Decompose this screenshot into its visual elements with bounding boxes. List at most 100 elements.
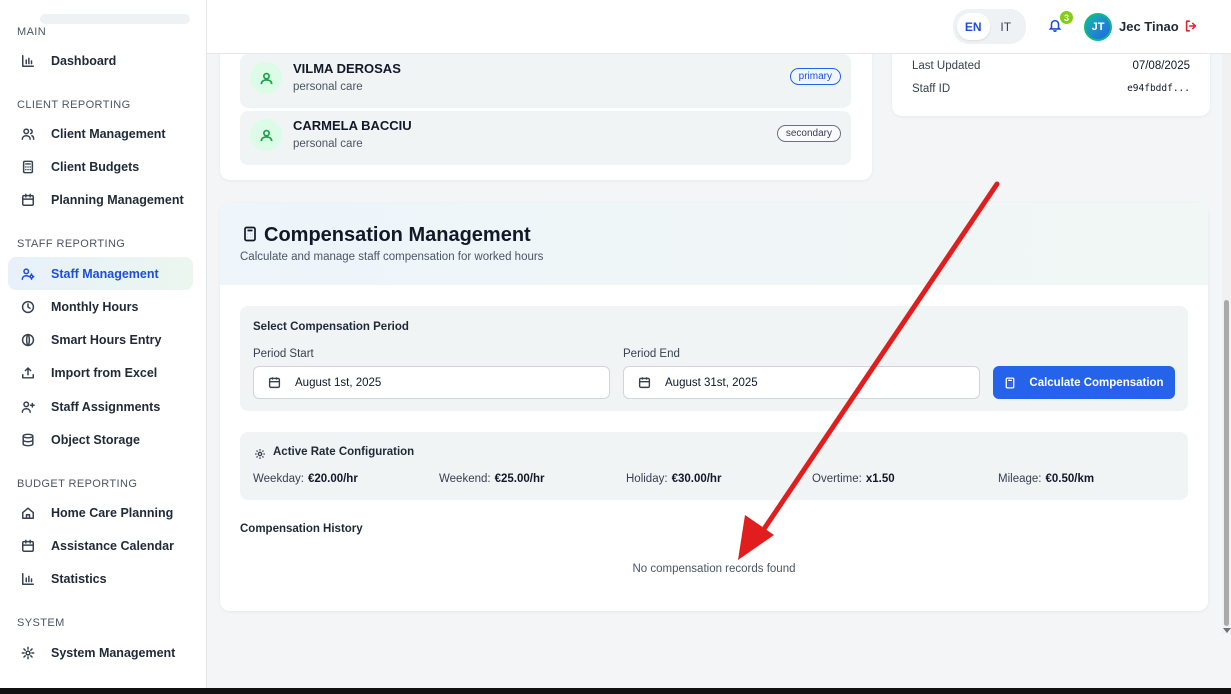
bar-chart-icon xyxy=(21,54,35,68)
calculator-icon xyxy=(1004,376,1016,389)
sidebar-item-label: Object Storage xyxy=(51,432,140,447)
rate-weekday: Weekday: €20.00/hr xyxy=(253,473,358,485)
sidebar-item-label: Home Care Planning xyxy=(51,505,174,520)
last-updated-row: Last Updated 07/08/2025 xyxy=(912,60,1190,72)
staff-id-value: e94fbddf... xyxy=(1127,83,1190,94)
sidebar-item-label: Dashboard xyxy=(51,53,117,68)
sidebar-item-label: Assistance Calendar xyxy=(51,538,174,553)
sidebar-item-client-budgets[interactable]: Client Budgets xyxy=(8,150,193,183)
section-label-main: MAIN xyxy=(17,26,47,38)
sidebar-item-system-management[interactable]: System Management xyxy=(8,636,193,669)
sidebar-item-label: Import from Excel xyxy=(51,365,158,380)
compensation-card: Compensation Management Calculate and ma… xyxy=(220,203,1208,611)
avatar[interactable]: JT xyxy=(1084,13,1112,41)
scrollbar[interactable] xyxy=(1222,54,1231,634)
sidebar-item-client-management[interactable]: Client Management xyxy=(8,117,193,150)
sidebar-item-smart-hours-entry[interactable]: Smart Hours Entry xyxy=(8,323,193,356)
notification-count-badge: 3 xyxy=(1058,9,1075,26)
section-label-system: SYSTEM xyxy=(17,617,65,629)
period-section-label: Select Compensation Period xyxy=(253,321,409,333)
calculate-compensation-button[interactable]: Calculate Compensation xyxy=(993,366,1175,399)
sidebar-item-dashboard[interactable]: Dashboard xyxy=(8,44,193,77)
sidebar-item-label: Statistics xyxy=(51,571,107,586)
sidebar-item-label: Smart Hours Entry xyxy=(51,332,162,347)
calculator-icon xyxy=(242,226,258,242)
list-item[interactable]: VILMA DEROSAS personal care primary xyxy=(240,54,851,108)
section-label-budget-reporting: BUDGET REPORTING xyxy=(17,478,138,490)
upload-icon xyxy=(21,366,35,380)
sidebar-item-label: Staff Management xyxy=(51,266,159,281)
compensation-header: Compensation Management Calculate and ma… xyxy=(220,203,1208,285)
list-item[interactable]: CARMELA BACCIU personal care secondary xyxy=(240,111,851,165)
sidebar-item-object-storage[interactable]: Object Storage xyxy=(8,423,193,456)
section-label-client-reporting: CLIENT REPORTING xyxy=(17,99,131,111)
sidebar-item-monthly-hours[interactable]: Monthly Hours xyxy=(8,290,193,323)
period-start-label: Period Start xyxy=(253,348,314,360)
sidebar-item-label: System Management xyxy=(51,645,176,660)
main-content: VILMA DEROSAS personal care primary CARM… xyxy=(207,54,1222,688)
page-subtitle: Calculate and manage staff compensation … xyxy=(240,251,544,263)
language-it-button[interactable]: IT xyxy=(990,13,1023,40)
staff-id-label: Staff ID xyxy=(912,83,951,95)
sidebar-item-label: Planning Management xyxy=(51,192,184,207)
sidebar: MAIN Dashboard CLIENT REPORTING Client M… xyxy=(0,0,207,688)
calendar-icon xyxy=(268,376,281,389)
clock-icon xyxy=(21,300,35,314)
compensation-history-label: Compensation History xyxy=(240,523,363,535)
page-title: Compensation Management xyxy=(264,224,531,246)
sidebar-item-staff-assignments[interactable]: Staff Assignments xyxy=(8,390,193,423)
calendar-icon xyxy=(638,376,651,389)
user-name[interactable]: Jec Tinao xyxy=(1119,19,1179,34)
bar-chart-icon xyxy=(21,572,35,586)
user-icon xyxy=(250,62,282,94)
users-icon xyxy=(21,127,35,141)
period-end-value: August 31st, 2025 xyxy=(665,376,758,389)
rate-holiday: Holiday: €30.00/hr xyxy=(626,473,722,485)
top-bar: EN IT 3 JT Jec Tinao xyxy=(207,0,1231,54)
rate-overtime: Overtime: x1.50 xyxy=(812,473,895,485)
period-start-field[interactable]: August 1st, 2025 xyxy=(253,366,610,399)
last-updated-label: Last Updated xyxy=(912,60,981,72)
client-name: VILMA DEROSAS xyxy=(293,61,401,76)
staff-info-card: Last Updated 07/08/2025 Staff ID e94fbdd… xyxy=(892,54,1210,116)
user-plus-icon xyxy=(21,400,35,414)
rate-mileage: Mileage: €0.50/km xyxy=(998,473,1095,485)
sidebar-item-planning-management[interactable]: Planning Management xyxy=(8,183,193,216)
rate-weekend: Weekend: €25.00/hr xyxy=(439,473,545,485)
language-toggle: EN IT xyxy=(953,9,1026,44)
home-icon xyxy=(21,506,35,520)
status-badge: secondary xyxy=(776,125,841,142)
period-end-label: Period End xyxy=(623,348,680,360)
sidebar-item-staff-management[interactable]: Staff Management xyxy=(8,257,193,290)
period-selector: Select Compensation Period Period Start … xyxy=(240,306,1188,411)
user-icon xyxy=(250,119,282,151)
rate-configuration: Active Rate Configuration Weekday: €20.00… xyxy=(240,432,1188,500)
client-service: personal care xyxy=(293,138,363,150)
calendar-icon xyxy=(21,193,35,207)
period-start-value: August 1st, 2025 xyxy=(295,376,382,389)
calculator-icon xyxy=(21,160,35,174)
status-badge: primary xyxy=(789,68,841,85)
gear-icon xyxy=(254,447,266,459)
sidebar-item-label: Staff Assignments xyxy=(51,399,161,414)
sidebar-item-statistics[interactable]: Statistics xyxy=(8,562,193,595)
language-en-button[interactable]: EN xyxy=(957,13,990,40)
period-end-field[interactable]: August 31st, 2025 xyxy=(623,366,980,399)
user-cog-icon xyxy=(21,267,35,281)
client-name: CARMELA BACCIU xyxy=(293,118,412,133)
scrollbar-thumb[interactable] xyxy=(1224,300,1229,626)
scroll-down-arrow[interactable] xyxy=(1223,628,1231,633)
sidebar-item-label: Monthly Hours xyxy=(51,299,139,314)
database-icon xyxy=(21,433,35,447)
sidebar-item-import-from-excel[interactable]: Import from Excel xyxy=(8,356,193,389)
client-service: personal care xyxy=(293,81,363,93)
section-label-staff-reporting: STAFF REPORTING xyxy=(17,238,126,250)
logout-icon[interactable] xyxy=(1184,19,1198,33)
sidebar-item-home-care-planning[interactable]: Home Care Planning xyxy=(8,496,193,529)
last-updated-value: 07/08/2025 xyxy=(1132,60,1190,72)
sidebar-item-assistance-calendar[interactable]: Assistance Calendar xyxy=(8,529,193,562)
gear-icon xyxy=(21,646,35,660)
globe-icon xyxy=(21,333,35,347)
assigned-clients-card: VILMA DEROSAS personal care primary CARM… xyxy=(220,54,872,180)
empty-state-message: No compensation records found xyxy=(632,563,796,575)
